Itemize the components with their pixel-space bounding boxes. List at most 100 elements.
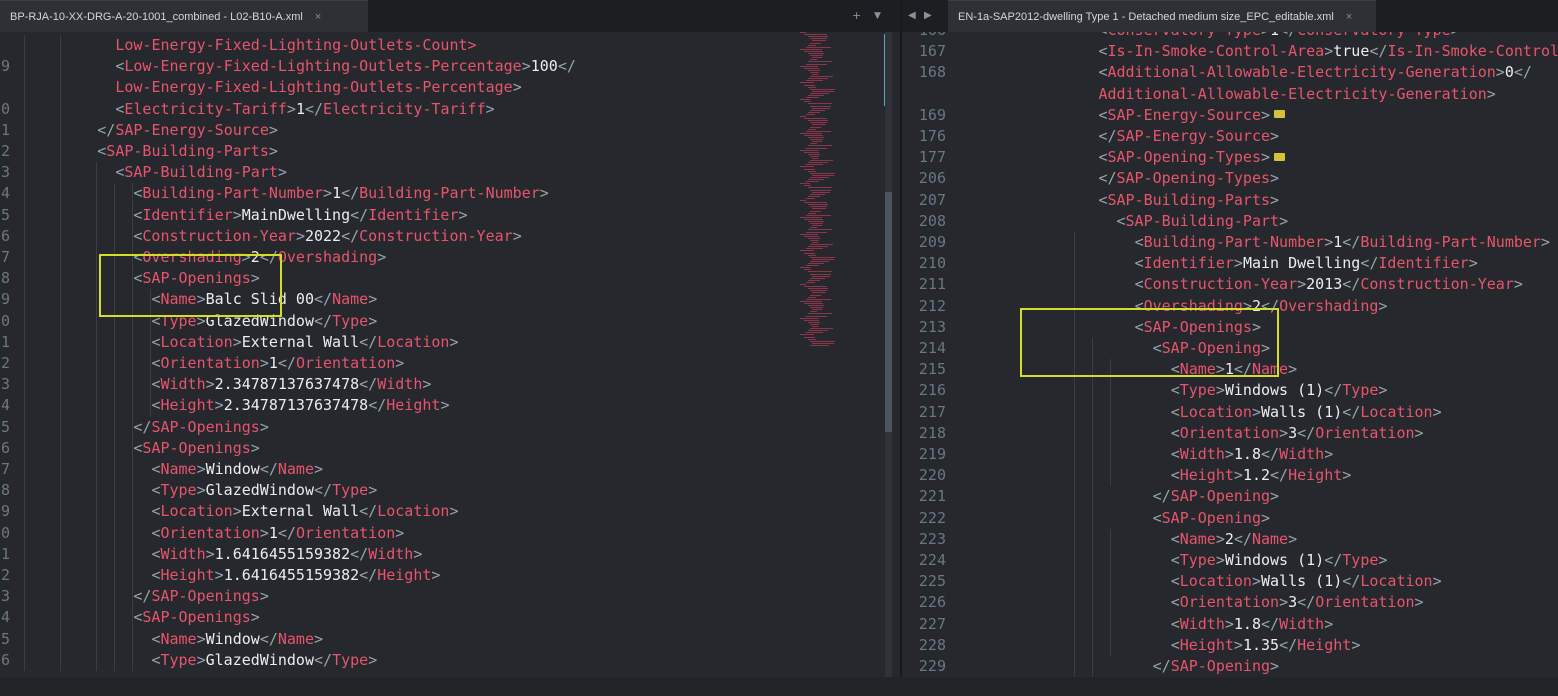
- xml-punctuation: >: [1324, 614, 1334, 633]
- minimap-line: [810, 340, 835, 342]
- right-code-line[interactable]: 229 </SAP-Opening>: [902, 656, 1558, 677]
- minimap-line: [806, 181, 819, 183]
- right-line-code: <Orientation>3</Orientation>: [1171, 592, 1424, 613]
- xml-text-value: Walls (1): [1261, 402, 1343, 421]
- right-file-tab[interactable]: EN-1a-SAP2012-dwelling Type 1 - Detached…: [948, 0, 1376, 32]
- right-code-line[interactable]: 208 <SAP-Building-Part>: [902, 211, 1558, 232]
- nav-right-icon[interactable]: ▶: [924, 0, 932, 32]
- right-code-line[interactable]: 221 </SAP-Opening>: [902, 486, 1558, 507]
- right-code-line[interactable]: 166 <Conservatory-Type>1</Conservatory-Ty…: [902, 32, 1558, 41]
- left-code-line[interactable]: 9 <Low-Energy-Fixed-Lighting-Outlets-Perc…: [0, 56, 900, 77]
- left-scrollbar[interactable]: [885, 32, 892, 677]
- xml-punctuation: >: [1261, 105, 1271, 124]
- left-code-line[interactable]: 5 <Identifier>MainDwelling</Identifier>: [0, 205, 900, 226]
- xml-punctuation: </: [133, 417, 152, 436]
- left-code-line[interactable]: 5 <Name>Window</Name>: [0, 629, 900, 650]
- minimap-line: [810, 105, 831, 107]
- left-code-line[interactable]: 0 <Electricity-Tariff>1</Electricity-Tari…: [0, 99, 900, 120]
- right-code-line[interactable]: 216 <Type>Windows (1)</Type>: [902, 380, 1558, 401]
- left-code-editor[interactable]: Low-Energy-Fixed-Lighting-Outlets-Count>…: [0, 32, 900, 677]
- left-line-code: <Electricity-Tariff>1</Electricity-Tarif…: [115, 99, 494, 120]
- right-code-line[interactable]: 168 <Additional-Allowable-Electricity-Gen…: [902, 62, 1558, 83]
- xml-text-value: 1.8: [1233, 614, 1261, 633]
- minimap-line: [810, 210, 821, 212]
- left-code-line[interactable]: 6 <Construction-Year>2022</Construction-Y…: [0, 226, 900, 247]
- left-line-code: <Width>1.6416455159382</Width>: [151, 544, 422, 565]
- left-tab-close-icon[interactable]: ×: [315, 11, 321, 23]
- left-code-line[interactable]: 1 <Location>External Wall</Location>: [0, 332, 900, 353]
- right-tab-close-icon[interactable]: ×: [1346, 11, 1352, 23]
- left-code-line[interactable]: 4 <Height>2.34787137637478</Height>: [0, 395, 900, 416]
- minimap-line: [812, 242, 818, 243]
- right-code-line[interactable]: 225 <Location>Walls (1)</Location>: [902, 571, 1558, 592]
- xml-tag-name: Name: [277, 460, 314, 478]
- left-code-line[interactable]: 2 <SAP-Building-Parts>: [0, 141, 900, 162]
- left-code-line[interactable]: 3 <Width>2.34787137637478</Width>: [0, 374, 900, 395]
- folded-region-icon[interactable]: [1274, 110, 1286, 119]
- right-code-line[interactable]: 219 <Width>1.8</Width>: [902, 444, 1558, 465]
- left-file-tab[interactable]: BP-RJA-10-XX-DRG-A-20-1001_combined - L0…: [0, 0, 368, 32]
- left-code-line[interactable]: 5 </SAP-Openings>: [0, 417, 900, 438]
- right-code-line[interactable]: 224 <Type>Windows (1)</Type>: [902, 550, 1558, 571]
- right-code-line[interactable]: 176 </SAP-Energy-Source>: [902, 126, 1558, 147]
- xml-tag-name: Building-Part-Number: [359, 184, 540, 203]
- left-code-line[interactable]: Low-Energy-Fixed-Lighting-Outlets-Count>: [0, 35, 900, 56]
- right-code-line[interactable]: 167 <Is-In-Smoke-Control-Area>true</Is-In…: [902, 41, 1558, 62]
- left-code-line[interactable]: 8 <Type>GlazedWindow</Type>: [0, 480, 900, 501]
- xml-punctuation: </: [277, 523, 296, 542]
- minimap-line: [808, 44, 816, 46]
- left-line-number: 3: [0, 375, 10, 394]
- right-code-line[interactable]: 209 <Building-Part-Number>1</Building-Par…: [902, 232, 1558, 253]
- xml-punctuation: >: [259, 523, 269, 542]
- nav-left-icon[interactable]: ◀: [908, 0, 916, 32]
- right-code-line[interactable]: 226 <Orientation>3</Orientation>: [902, 592, 1558, 613]
- left-scrollbar-thumb[interactable]: [885, 192, 892, 432]
- left-code-line[interactable]: 2 <Orientation>1</Orientation>: [0, 353, 900, 374]
- right-code-line[interactable]: 169 <SAP-Energy-Source>: [902, 105, 1558, 126]
- left-code-line[interactable]: 6 <SAP-Openings>: [0, 438, 900, 459]
- right-code-line[interactable]: Additional-Allowable-Electricity-Generat…: [902, 84, 1558, 105]
- left-code-line[interactable]: 6 <Type>GlazedWindow</Type>: [0, 650, 900, 671]
- right-code-line[interactable]: 227 <Width>1.8</Width>: [902, 614, 1558, 635]
- xml-punctuation: <: [1152, 508, 1162, 527]
- left-code-line[interactable]: 7 <Name>Window</Name>: [0, 459, 900, 480]
- right-line-number: 206: [918, 169, 946, 188]
- xml-punctuation: <: [1170, 381, 1180, 400]
- new-tab-icon[interactable]: +: [852, 0, 861, 32]
- xml-text-value: External Wall: [241, 502, 360, 521]
- right-code-line[interactable]: 220 <Height>1.2</Height>: [902, 465, 1558, 486]
- xml-tag-name: Identifier: [368, 205, 459, 224]
- right-code-line[interactable]: 177 <SAP-Opening-Types>: [902, 147, 1558, 168]
- right-code-line[interactable]: 206 </SAP-Opening-Types>: [902, 168, 1558, 189]
- left-code-line[interactable]: 3 </SAP-Openings>: [0, 586, 900, 607]
- right-code-line[interactable]: 222 <SAP-Opening>: [902, 508, 1558, 529]
- minimap-line: [806, 248, 823, 250]
- tab-list-dropdown-icon[interactable]: ▼: [874, 0, 881, 32]
- xml-punctuation: >: [395, 354, 405, 372]
- right-code-line[interactable]: 228 <Height>1.35</Height>: [902, 635, 1558, 656]
- left-code-line[interactable]: 4 <Building-Part-Number>1</Building-Part-…: [0, 183, 900, 204]
- right-code-line[interactable]: 223 <Name>2</Name>: [902, 529, 1558, 550]
- right-code-line[interactable]: 210 <Identifier>Main Dwelling</Identifier…: [902, 253, 1558, 274]
- minimap-line: [812, 74, 818, 75]
- left-code-line[interactable]: 1 <Width>1.6416455159382</Width>: [0, 544, 900, 565]
- left-code-line[interactable]: 4 <SAP-Openings>: [0, 607, 900, 628]
- left-minimap[interactable]: [800, 32, 855, 352]
- folded-region-icon[interactable]: [1274, 152, 1286, 161]
- minimap-line: [810, 273, 831, 275]
- left-code-line[interactable]: 0 <Orientation>1</Orientation>: [0, 523, 900, 544]
- minimap-line: [808, 237, 820, 239]
- xml-punctuation: >: [422, 375, 432, 394]
- right-code-line[interactable]: 207 <SAP-Building-Parts>: [902, 190, 1558, 211]
- right-code-line[interactable]: 218 <Orientation>3</Orientation>: [902, 423, 1558, 444]
- minimap-line: [808, 128, 816, 130]
- right-code-line[interactable]: 217 <Location>Walls (1)</Location>: [902, 402, 1558, 423]
- left-code-line[interactable]: 2 <Height>1.6416455159382</Height>: [0, 565, 900, 586]
- left-code-line[interactable]: Low-Energy-Fixed-Lighting-Outlets-Percen…: [0, 77, 900, 98]
- xml-tag-name: Low-Energy-Fixed-Lighting-Outlets-Percen…: [124, 57, 522, 76]
- minimap-line: [800, 200, 806, 201]
- left-code-line[interactable]: 1 </SAP-Energy-Source>: [0, 120, 900, 141]
- left-code-line[interactable]: 3 <SAP-Building-Part>: [0, 162, 900, 183]
- left-code-line[interactable]: 9 <Location>External Wall</Location>: [0, 501, 900, 522]
- right-code-line[interactable]: 211 <Construction-Year>2013</Construction…: [902, 274, 1558, 295]
